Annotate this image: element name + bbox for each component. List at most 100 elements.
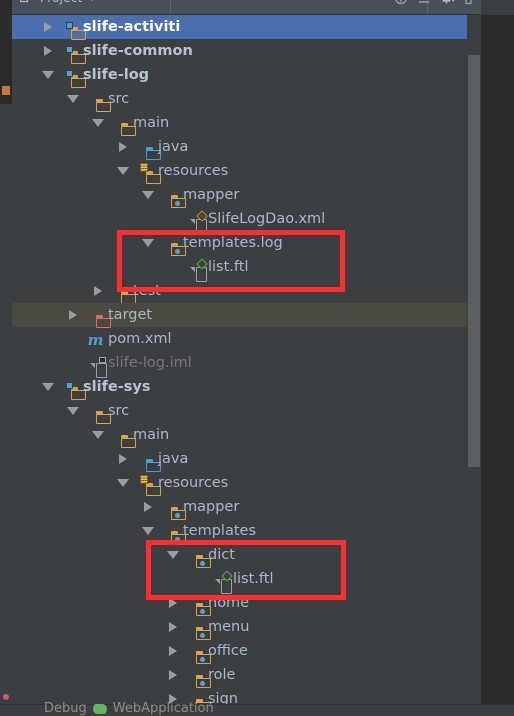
folder-package-icon-badge [175, 536, 180, 542]
tree-row[interactable]: dict [12, 543, 481, 568]
expand-arrow-expand-icon[interactable] [92, 279, 104, 303]
expand-arrow-collapse-icon[interactable] [92, 111, 104, 135]
tree-row-icon [187, 663, 211, 688]
expand-arrow-collapse-icon[interactable] [92, 423, 104, 447]
tree-row[interactable]: src [12, 87, 481, 112]
tree-row[interactable]: slife-log [12, 63, 481, 88]
tree-row-label: pom.xml [108, 331, 172, 347]
tree-row-icon [87, 87, 111, 112]
status-bar: Debug WebApplication [0, 701, 514, 716]
expand-arrow-expand-icon[interactable] [167, 663, 179, 687]
folder-resources-icon-badge [139, 475, 148, 484]
tree-row[interactable]: templates.log [12, 231, 481, 256]
tree-row[interactable]: main [12, 423, 481, 448]
expand-arrow-expand-icon[interactable] [42, 39, 54, 63]
tree-row[interactable]: list.ftl [12, 255, 481, 282]
folder-module-icon-badge [65, 70, 73, 77]
tree-row[interactable]: templates [12, 519, 481, 544]
left-strip-status-dot [3, 694, 9, 700]
tree-row[interactable]: slife-log.iml [12, 351, 481, 378]
expand-arrow-collapse-icon[interactable] [142, 519, 154, 543]
tree-row-icon [87, 351, 107, 378]
run-config-label[interactable]: WebApplication [113, 701, 214, 716]
project-tree-scrollbar-track[interactable] [467, 15, 481, 704]
expand-arrow-expand-icon[interactable] [167, 639, 179, 663]
tree-row[interactable]: main [12, 111, 481, 136]
tree-row-icon [162, 231, 186, 256]
project-tool-window: Project [12, 0, 481, 704]
tree-row[interactable]: list.ftl [12, 567, 481, 594]
expand-arrow-collapse-icon[interactable] [67, 87, 79, 111]
debug-label[interactable]: Debug [44, 701, 87, 716]
tree-row[interactable]: resources [12, 471, 481, 496]
tree-row-icon [87, 399, 111, 424]
tree-row-label: java [158, 139, 189, 155]
tree-row[interactable]: SlifeLogDao.xml [12, 207, 481, 234]
project-tree[interactable]: slife-activiti slife-common slife-log src ma… [12, 15, 481, 704]
tree-row[interactable]: slife-sys [12, 375, 481, 400]
locate-icon[interactable] [394, 0, 408, 5]
project-panel-toolbar[interactable] [394, 0, 473, 5]
folder-package-icon-badge [200, 632, 205, 638]
folder-package-icon-badge [175, 512, 180, 518]
expand-arrow-expand-icon[interactable] [67, 303, 79, 327]
expand-arrow-expand-icon[interactable] [167, 591, 179, 615]
tree-row[interactable]: office [12, 639, 481, 664]
folder-resources-icon-badge [139, 163, 148, 172]
tree-row-icon [137, 471, 161, 496]
tree-row[interactable]: menu [12, 615, 481, 640]
project-tree-scrollbar-thumb[interactable] [468, 55, 480, 467]
tree-row-icon [137, 447, 161, 472]
settings-gear-icon[interactable] [440, 0, 455, 5]
expand-arrow-collapse-icon[interactable] [42, 63, 54, 87]
status-bar-items[interactable]: Debug WebApplication [44, 701, 214, 716]
tree-row-label: main [133, 427, 170, 443]
expand-arrow-expand-icon[interactable] [117, 447, 129, 471]
expand-arrow-collapse-icon[interactable] [117, 159, 129, 183]
expand-arrow-collapse-icon[interactable] [142, 231, 154, 255]
tree-row[interactable]: home [12, 591, 481, 616]
chevron-down-icon[interactable] [87, 0, 98, 1]
tree-row[interactable]: java [12, 447, 481, 472]
tree-row-label: templates.log [183, 235, 283, 251]
tree-row[interactable]: m pom.xml [12, 327, 481, 351]
expand-arrow-collapse-icon[interactable] [67, 399, 79, 423]
tree-row[interactable]: slife-activiti [12, 15, 481, 40]
collapse-all-icon[interactable] [417, 0, 431, 5]
expand-arrow-expand-icon[interactable] [142, 495, 154, 519]
tree-row-label: slife-log.iml [108, 355, 192, 371]
tree-row-icon: m [87, 327, 104, 351]
tree-row-icon [187, 591, 211, 616]
expand-arrow-collapse-icon[interactable] [42, 375, 54, 399]
tree-row[interactable]: mapper [12, 495, 481, 520]
expand-arrow-collapse-icon[interactable] [117, 471, 129, 495]
expand-arrow-expand-icon[interactable] [42, 15, 54, 39]
project-title-group[interactable]: Project [20, 0, 98, 5]
left-tool-strip[interactable]: Persistence Structure [0, 0, 12, 716]
hide-panel-icon[interactable] [464, 0, 473, 5]
folder-package-icon-badge [200, 656, 205, 662]
tree-row-icon [187, 639, 211, 664]
tree-row[interactable]: resources [12, 159, 481, 184]
tree-row[interactable]: slife-common [12, 39, 481, 64]
expand-arrow-collapse-icon[interactable] [167, 543, 179, 567]
tree-row-label: list.ftl [233, 571, 274, 587]
editor-top-strip [481, 0, 514, 15]
tree-row[interactable]: target [12, 303, 481, 328]
tree-row[interactable]: src [12, 399, 481, 424]
run-config-icon [91, 703, 108, 714]
tree-row-label: mapper [183, 499, 240, 515]
tree-row[interactable]: test [12, 279, 481, 304]
expand-arrow-collapse-icon[interactable] [142, 183, 154, 207]
tree-row-label: resources [158, 163, 229, 179]
tree-row[interactable]: mapper [12, 183, 481, 208]
tree-row[interactable]: java [12, 135, 481, 160]
project-view-icon [20, 0, 29, 2]
folder-package-icon-badge [200, 680, 205, 686]
left-strip-icon[interactable] [2, 86, 10, 95]
tree-row-icon [187, 207, 208, 234]
expand-arrow-expand-icon[interactable] [167, 615, 179, 639]
tree-row[interactable]: role [12, 663, 481, 688]
expand-arrow-expand-icon[interactable] [117, 135, 129, 159]
tree-row-icon [187, 255, 208, 282]
